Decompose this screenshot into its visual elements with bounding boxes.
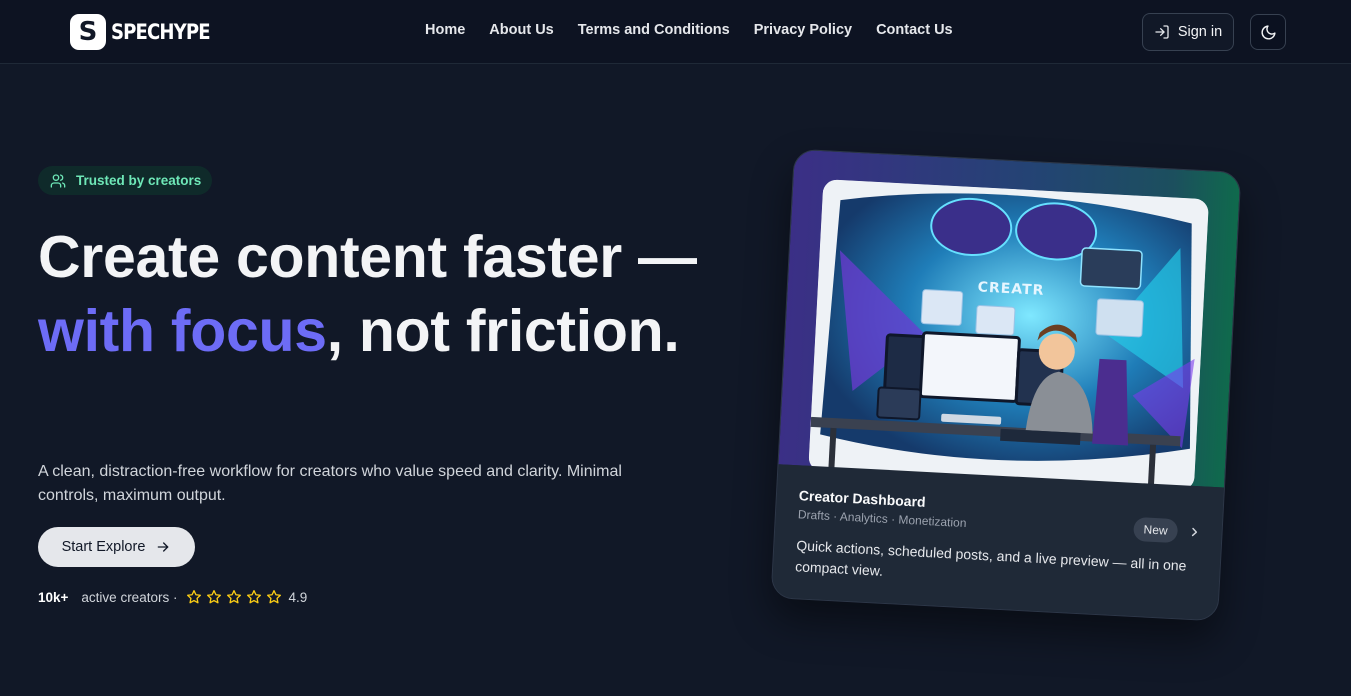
- main-nav: Home About Us Terms and Conditions Priva…: [425, 22, 977, 38]
- rating-value: 4.9: [288, 589, 308, 605]
- creator-illustration: CREATR: [808, 179, 1209, 491]
- hero-subtext: A clean, distraction-free workflow for c…: [38, 463, 622, 504]
- star-icon: [267, 590, 282, 604]
- logo-letter: S: [78, 17, 98, 47]
- users-icon: [50, 173, 66, 188]
- theme-toggle-button[interactable]: [1250, 14, 1286, 50]
- nav-about-us[interactable]: About Us: [489, 22, 553, 38]
- card-title: Creator Dashboard: [798, 487, 927, 510]
- cta-label: Start Explore: [61, 539, 146, 555]
- social-proof: 10k+ active creators · 4.9: [38, 588, 307, 606]
- nav-home[interactable]: Home: [425, 22, 465, 38]
- start-explore-button[interactable]: Start Explore: [38, 527, 195, 567]
- card-subtitle: Drafts · Analytics · Monetization: [797, 507, 967, 531]
- creator-dashboard-card[interactable]: CREATR Creator Dashboard Drafts · Analyt: [770, 148, 1242, 622]
- brand-logo[interactable]: S SPECHYPE: [70, 14, 226, 50]
- site-header: S SPECHYPE Home About Us Terms and Condi…: [0, 0, 1351, 64]
- arrow-right-icon: [158, 542, 169, 552]
- card-description: Quick actions, scheduled posts, and a li…: [794, 537, 1187, 579]
- star-icon: [207, 590, 222, 604]
- star-icon: [187, 590, 202, 604]
- star-icon: [247, 590, 262, 604]
- nav-contact-us[interactable]: Contact Us: [876, 22, 953, 38]
- moon-icon: [1261, 24, 1276, 39]
- sign-in-label: Sign in: [1177, 24, 1223, 40]
- badge-label: Trusted by creators: [76, 173, 202, 188]
- star-icon: [227, 590, 242, 604]
- new-badge: New: [1133, 516, 1179, 544]
- nav-privacy-policy[interactable]: Privacy Policy: [754, 22, 852, 38]
- hero-headline: Create content faster — with focus, not …: [38, 220, 718, 368]
- stats-count: 10k+: [38, 589, 69, 605]
- headline-part-1: Create content faster —: [38, 224, 697, 290]
- login-icon: [1155, 25, 1169, 39]
- brand-name: SPECHYPE: [111, 20, 211, 44]
- logo-mark: S: [70, 14, 106, 50]
- stats-label: active creators ·: [81, 589, 178, 605]
- headline-part-2: , not friction.: [326, 298, 680, 364]
- trusted-badge: Trusted by creators: [38, 166, 213, 195]
- chevron-right-icon[interactable]: [1187, 525, 1202, 540]
- card-footer: Creator Dashboard Drafts · Analytics · M…: [771, 464, 1224, 622]
- sign-in-button[interactable]: Sign in: [1142, 13, 1234, 51]
- illustration-logo-text: CREATR: [977, 279, 1044, 298]
- nav-terms[interactable]: Terms and Conditions: [578, 22, 730, 38]
- headline-accent: with focus: [38, 298, 327, 364]
- rating-stars: [186, 589, 282, 605]
